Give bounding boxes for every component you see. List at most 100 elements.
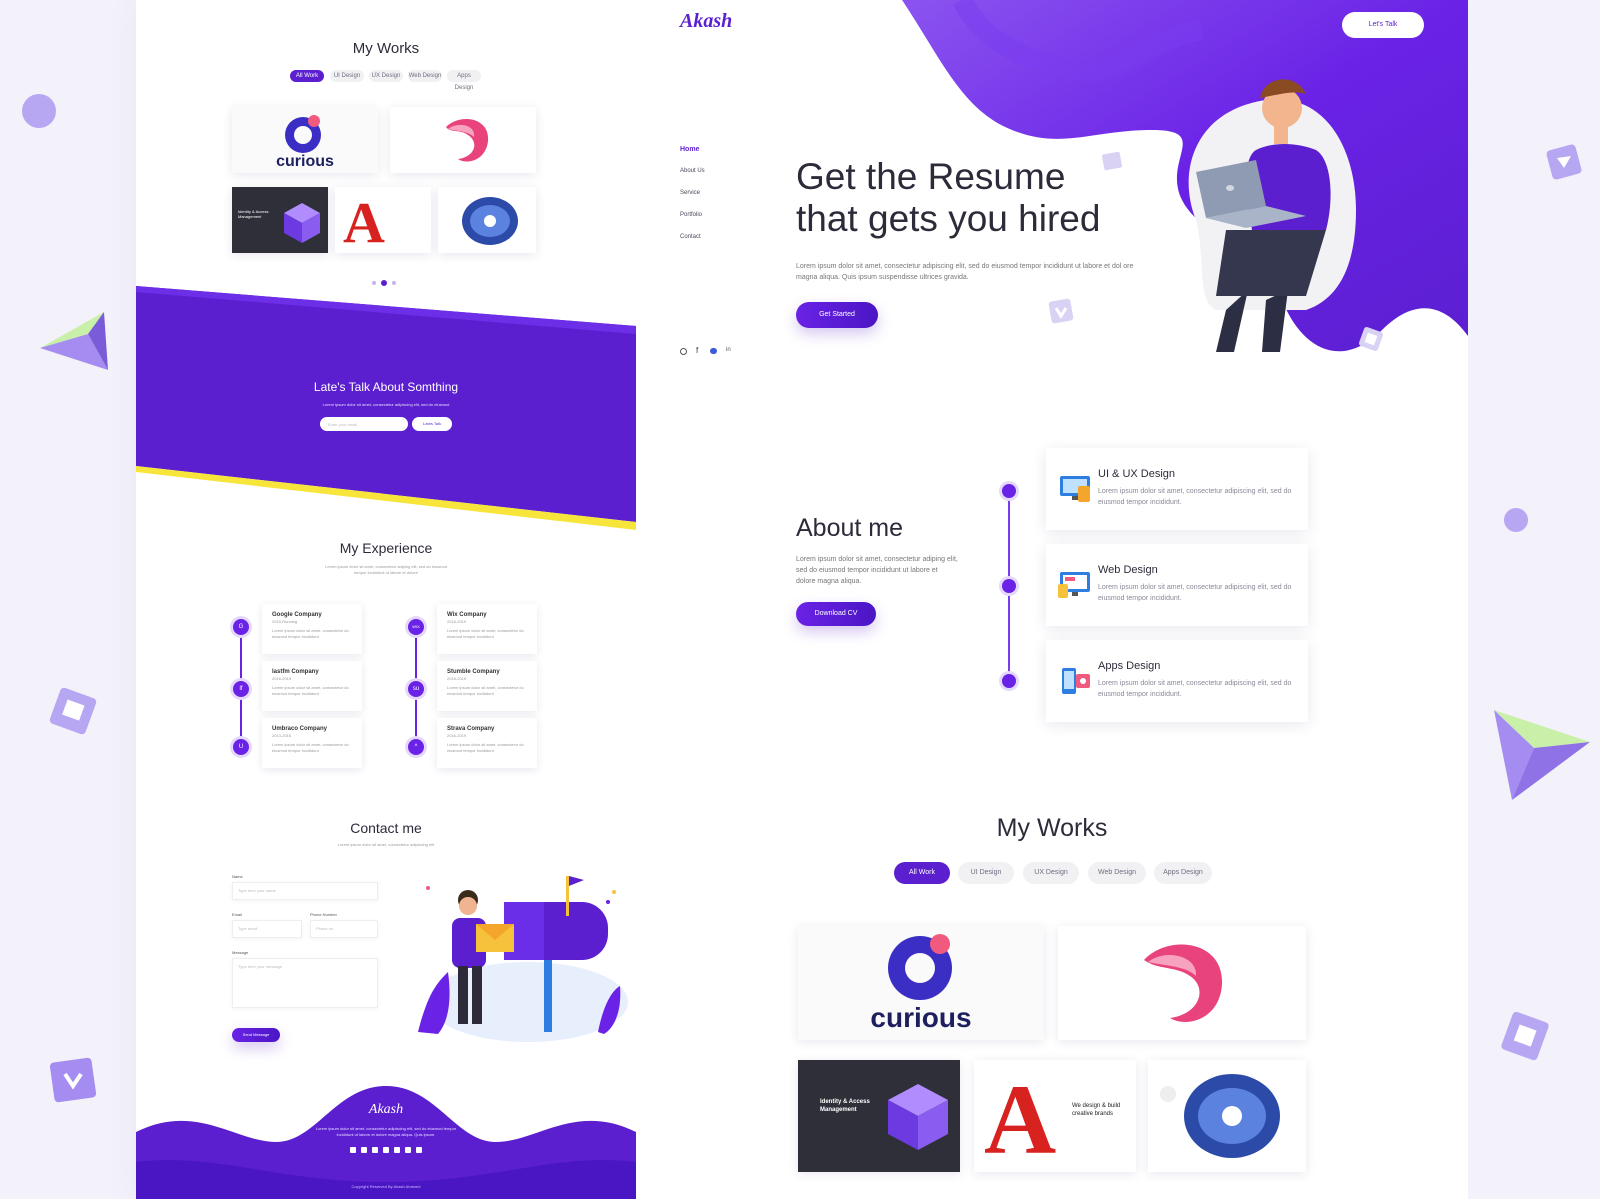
experience-dates: 2019-Running bbox=[272, 619, 298, 624]
experience-dates: 2016-2019 bbox=[447, 733, 467, 738]
page-dot[interactable] bbox=[372, 281, 376, 285]
experience-card: Stumble Company 2016-2019 Lorem ipsum do… bbox=[437, 661, 537, 711]
email-label: Email bbox=[232, 912, 243, 917]
service-card-ui-ux[interactable]: UI & UX Design Lorem ipsum dolor sit ame… bbox=[1046, 448, 1308, 530]
work-thumb-identity[interactable]: Identity & Access Management bbox=[798, 1060, 960, 1172]
social-icon[interactable] bbox=[416, 1147, 422, 1153]
decor-tile-icon bbox=[1048, 298, 1074, 324]
nav-service[interactable]: Service bbox=[680, 190, 700, 196]
filter-web-design[interactable]: Web Design bbox=[408, 70, 442, 82]
social-icon[interactable] bbox=[372, 1147, 378, 1153]
social-icon[interactable] bbox=[361, 1147, 367, 1153]
service-title: Web Design bbox=[1098, 564, 1158, 576]
work-thumb-curious[interactable]: curious bbox=[798, 926, 1044, 1040]
message-label: Message bbox=[232, 950, 249, 955]
linkedin-icon[interactable]: in bbox=[726, 347, 731, 353]
social-icon[interactable] bbox=[394, 1147, 400, 1153]
lets-talk-button[interactable]: Let's Talk bbox=[1342, 12, 1424, 38]
umbraco-logo-icon: U bbox=[233, 739, 249, 755]
email-field[interactable]: Type email bbox=[232, 920, 302, 938]
work-thumb-identity[interactable]: Identity & Access Management bbox=[232, 187, 328, 253]
experience-company: Umbraco Company bbox=[272, 726, 328, 732]
filter-all-work[interactable]: All Work bbox=[894, 862, 950, 884]
work-thumb-letter-a[interactable]: A We design & build creative brands bbox=[974, 1060, 1136, 1172]
talk-submit-button[interactable]: Lates Talk bbox=[412, 417, 452, 431]
download-cv-button[interactable]: Download CV bbox=[796, 602, 876, 626]
service-card-web[interactable]: Web Design Lorem ipsum dolor sit amet, c… bbox=[1046, 544, 1308, 626]
timeline-node bbox=[1002, 674, 1016, 688]
dribbble-icon[interactable] bbox=[680, 348, 687, 355]
work-thumb-letter-a[interactable]: A bbox=[335, 187, 431, 253]
hero-man-laptop-illustration bbox=[1188, 79, 1356, 352]
service-text: Lorem ipsum dolor sit amet, consectetur … bbox=[1098, 488, 1292, 506]
decor-tile-icon bbox=[1102, 151, 1122, 171]
message-field[interactable]: Type here your message bbox=[232, 958, 378, 1008]
decor-circle bbox=[1504, 508, 1528, 532]
monitor-design-icon bbox=[1060, 476, 1090, 502]
curious-wordmark: curious bbox=[276, 153, 334, 170]
contact-subtitle: Lorem ipsum dolor sit amet, consectetur … bbox=[337, 842, 435, 847]
timeline-node bbox=[1002, 484, 1016, 498]
footer-social-row bbox=[350, 1147, 422, 1153]
filter-ui-design[interactable]: UI Design bbox=[958, 862, 1014, 884]
google-logo-icon: G bbox=[233, 619, 249, 635]
work-thumb-curious[interactable]: curious bbox=[232, 107, 378, 173]
work-thumb-astronaut[interactable] bbox=[1148, 1060, 1306, 1172]
curious-wordmark: curious bbox=[870, 1002, 972, 1033]
experience-card: Google Company 2019-Running Lorem ipsum … bbox=[262, 604, 362, 654]
wave-logo-icon bbox=[446, 118, 489, 162]
service-title: Apps Design bbox=[1098, 660, 1161, 672]
experience-dates: 2013-2016 bbox=[272, 733, 292, 738]
send-message-button[interactable]: Send Message bbox=[232, 1028, 280, 1042]
talk-subtitle: Lorem ipsum dolor sit amet, consectetur … bbox=[322, 402, 450, 407]
phone-field[interactable]: Phone no bbox=[310, 920, 378, 938]
experience-company: Stumble Company bbox=[447, 669, 500, 675]
get-started-button[interactable]: Get Started bbox=[796, 302, 878, 328]
social-icon[interactable] bbox=[405, 1147, 411, 1153]
filter-ui-design[interactable]: UI Design bbox=[330, 70, 364, 82]
works-title: My Works bbox=[352, 40, 420, 57]
decor-heart-tile-icon bbox=[49, 1057, 97, 1103]
paper-plane-icon bbox=[1494, 710, 1590, 800]
filter-web-design[interactable]: Web Design bbox=[1088, 862, 1146, 884]
experience-text: Lorem ipsum dolor sit amet, consectetur … bbox=[447, 685, 524, 696]
work-thumb-wave[interactable] bbox=[390, 107, 536, 173]
astronaut-icon bbox=[462, 197, 518, 245]
nav-contact[interactable]: Contact bbox=[680, 234, 701, 240]
nav-home[interactable]: Home bbox=[680, 146, 699, 153]
social-icon[interactable] bbox=[350, 1147, 356, 1153]
wave-logo-icon bbox=[1144, 944, 1223, 1022]
cube-icon bbox=[888, 1084, 948, 1150]
site-logo[interactable]: Akash bbox=[680, 10, 732, 33]
talk-title: Late's Talk About Somthing bbox=[313, 380, 459, 394]
page-dot[interactable] bbox=[392, 281, 396, 285]
filter-ux-design[interactable]: UX Design bbox=[1023, 862, 1079, 884]
identity-thumb-text: Identity & Access Management bbox=[820, 1099, 870, 1113]
social-icon[interactable] bbox=[383, 1147, 389, 1153]
name-field[interactable]: Type here your name bbox=[232, 882, 378, 900]
works-filters: All Work UI Design UX Design Web Design … bbox=[290, 70, 490, 91]
experience-dates: 2016-2019 bbox=[447, 619, 467, 624]
filter-apps-design[interactable]: Apps Design bbox=[1154, 862, 1212, 884]
service-card-apps[interactable]: Apps Design Lorem ipsum dolor sit amet, … bbox=[1046, 640, 1308, 722]
work-thumb-astronaut[interactable] bbox=[438, 187, 536, 253]
filter-apps-design[interactable]: Apps Design bbox=[447, 70, 481, 91]
left-page-preview: My Works All Work UI Design UX Design We… bbox=[136, 0, 636, 1199]
nav-portfolio[interactable]: Portfolio bbox=[680, 212, 702, 218]
experience-card: Strava Company 2016-2019 Lorem ipsum dol… bbox=[437, 718, 537, 768]
facebook-icon[interactable]: f bbox=[696, 346, 698, 355]
twitter-icon[interactable] bbox=[710, 348, 717, 354]
experience-text: Lorem ipsum dolor sit amet, consectetur … bbox=[272, 685, 349, 696]
lastfm-logo-icon: lf bbox=[233, 681, 249, 697]
experience-text: Lorem ipsum dolor sit amet, consectetur … bbox=[272, 742, 349, 753]
filter-all-work[interactable]: All Work bbox=[290, 70, 324, 82]
hero-text: Lorem ipsum dolor sit amet, consectetur … bbox=[796, 263, 1134, 281]
mailbox-illustration bbox=[418, 876, 628, 1042]
talk-email-input[interactable]: Enter your email bbox=[320, 417, 408, 431]
service-text: Lorem ipsum dolor sit amet, consectetur … bbox=[1098, 584, 1292, 602]
work-thumb-wave[interactable] bbox=[1058, 926, 1306, 1040]
brands-thumb-text: We design & build creative brands bbox=[1072, 1103, 1121, 1117]
filter-ux-design[interactable]: UX Design bbox=[369, 70, 403, 82]
cube-icon bbox=[284, 203, 320, 243]
nav-about[interactable]: About Us bbox=[680, 168, 705, 174]
